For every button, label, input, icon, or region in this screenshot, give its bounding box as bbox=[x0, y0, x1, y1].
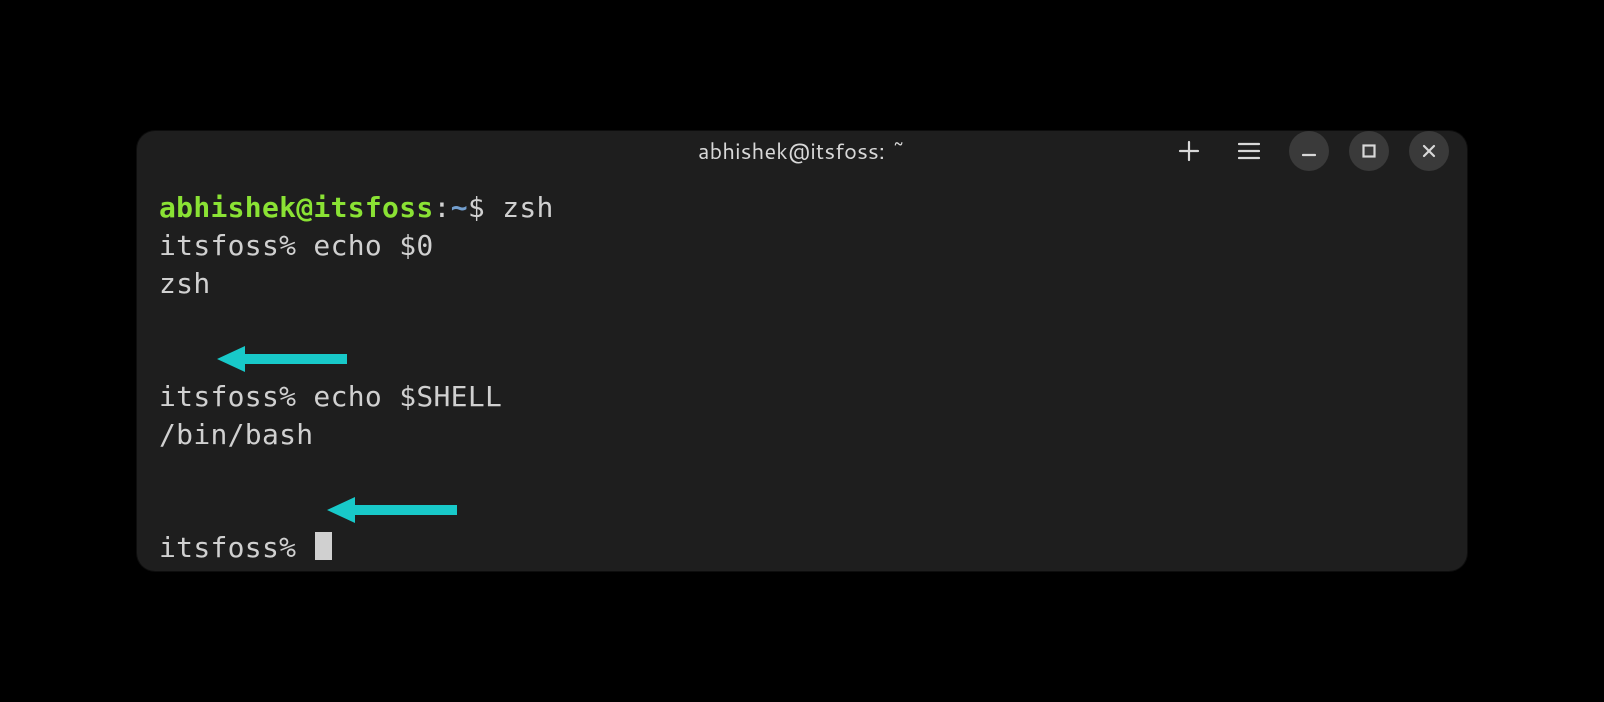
output-line: /bin/bash bbox=[159, 416, 1445, 529]
close-button[interactable] bbox=[1409, 131, 1449, 171]
prompt-dollar: $ bbox=[468, 191, 502, 224]
prompt-line-zsh: itsfoss% echo $SHELL bbox=[159, 378, 1445, 416]
zsh-prompt: itsfoss% bbox=[159, 380, 313, 413]
window-title: abhishek@itsfoss: ~ bbox=[698, 136, 906, 167]
minimize-icon bbox=[1302, 144, 1316, 158]
prompt-line-bash: abhishek@itsfoss:~$ zsh bbox=[159, 189, 1445, 227]
maximize-button[interactable] bbox=[1349, 131, 1389, 171]
output-text: /bin/bash bbox=[159, 418, 313, 451]
output-line: zsh bbox=[159, 265, 1445, 378]
output-text: zsh bbox=[159, 267, 210, 300]
zsh-prompt: itsfoss% bbox=[159, 229, 313, 262]
prompt-sep: : bbox=[434, 191, 451, 224]
minimize-button[interactable] bbox=[1289, 131, 1329, 171]
cursor-icon bbox=[315, 532, 332, 560]
terminal-window: abhishek@itsfoss: ~ bbox=[137, 131, 1467, 571]
close-icon bbox=[1422, 144, 1436, 158]
prompt-line-cursor: itsfoss% bbox=[159, 529, 1445, 567]
zsh-prompt: itsfoss% bbox=[159, 531, 313, 564]
menu-button[interactable] bbox=[1229, 131, 1269, 171]
prompt-line-zsh: itsfoss% echo $0 bbox=[159, 227, 1445, 265]
new-tab-button[interactable] bbox=[1169, 131, 1209, 171]
hamburger-icon bbox=[1238, 142, 1260, 160]
command-text: echo $SHELL bbox=[313, 380, 502, 413]
terminal-body[interactable]: abhishek@itsfoss:~$ zsh itsfoss% echo $0… bbox=[137, 171, 1467, 571]
plus-icon bbox=[1178, 140, 1200, 162]
titlebar-controls bbox=[1169, 131, 1449, 171]
titlebar[interactable]: abhishek@itsfoss: ~ bbox=[137, 131, 1467, 171]
command-text: echo $0 bbox=[313, 229, 433, 262]
maximize-icon bbox=[1362, 144, 1376, 158]
prompt-path: ~ bbox=[451, 191, 468, 224]
prompt-user-host: abhishek@itsfoss bbox=[159, 191, 434, 224]
command-text: zsh bbox=[502, 191, 553, 224]
